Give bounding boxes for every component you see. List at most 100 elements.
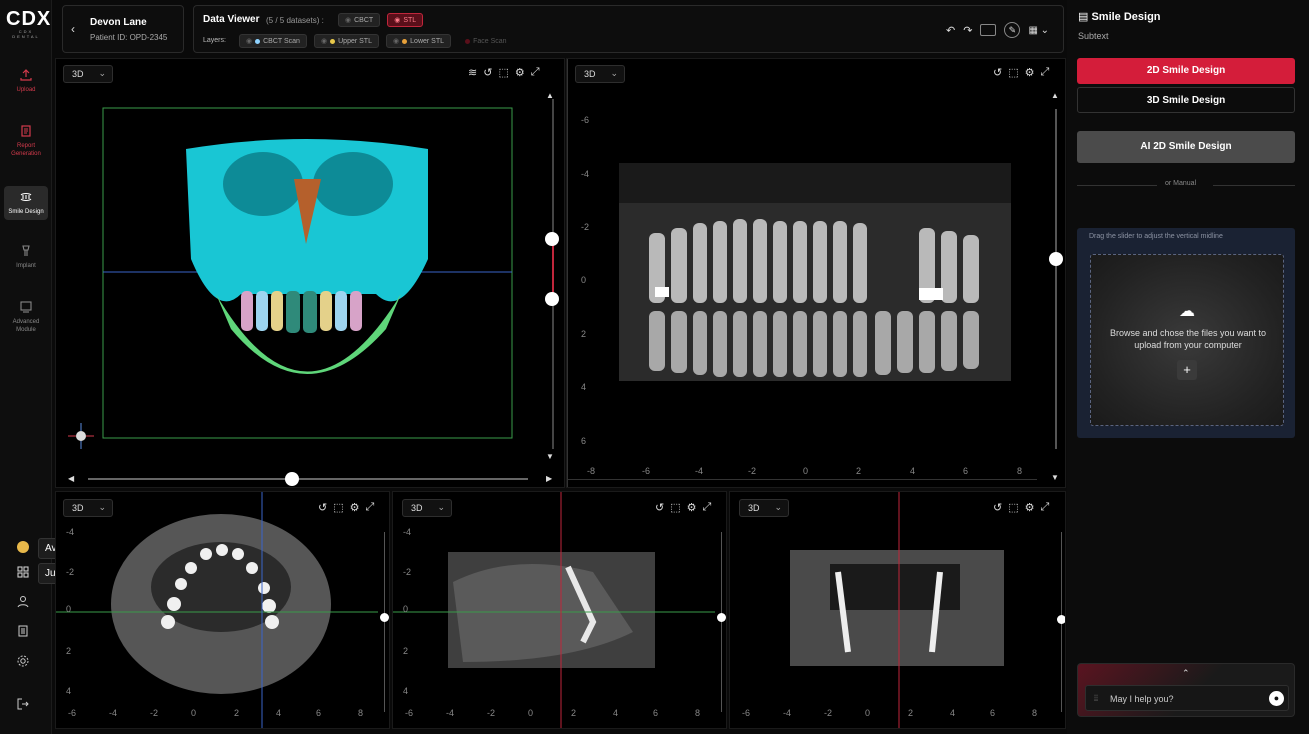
reset-icon[interactable]: ↺ bbox=[993, 66, 1002, 79]
ai-2d-smile-design-button[interactable]: AI 2D Smile Design bbox=[1077, 131, 1295, 163]
hslider-right-arrow[interactable]: ▶ bbox=[546, 474, 552, 483]
y-tick: 0 bbox=[581, 275, 587, 285]
layer-dot bbox=[465, 38, 471, 44]
rail-item-smile-design[interactable]: Smile Design bbox=[4, 186, 48, 220]
x-tick: 8 bbox=[695, 708, 701, 718]
waveform-icon: ⦙⦙ bbox=[1094, 693, 1099, 703]
brand-mark: CDX bbox=[6, 8, 52, 30]
chat-input[interactable]: ⦙⦙ May I help you? ● bbox=[1085, 685, 1289, 711]
gear-icon[interactable]: ⚙ bbox=[1025, 66, 1035, 79]
x-tick: 2 bbox=[234, 708, 240, 718]
gear-icon bbox=[17, 655, 29, 667]
dashboard-button[interactable] bbox=[16, 565, 32, 581]
add-file-button[interactable]: + bbox=[1177, 360, 1197, 380]
documents-button[interactable] bbox=[16, 624, 32, 640]
divider-right bbox=[1213, 185, 1295, 186]
layer-upper-stl[interactable]: ◉ Upper STL bbox=[314, 34, 379, 48]
x-tick: 2 bbox=[571, 708, 577, 718]
y-tick: -6 bbox=[581, 115, 590, 125]
left-rail: CDX CDX DENTAL Upload Report Generation … bbox=[0, 0, 52, 734]
vslider-down-arrow[interactable]: ▼ bbox=[546, 452, 554, 461]
y-tick: -2 bbox=[66, 567, 75, 577]
rail-item-implant[interactable]: Implant bbox=[4, 244, 48, 270]
x-tick: 0 bbox=[191, 708, 197, 718]
rail-item-advanced-module[interactable]: Advanced Module bbox=[4, 300, 48, 334]
vslider-down-arrow[interactable]: ▼ bbox=[1051, 473, 1059, 482]
redo-icon[interactable]: ↷ bbox=[963, 24, 972, 37]
patient-id: Patient ID: OPD-2345 bbox=[90, 33, 168, 42]
vslider-track[interactable] bbox=[384, 532, 385, 712]
view-mode-value: 3D bbox=[584, 69, 596, 79]
3d-smile-design-button[interactable]: 3D Smile Design bbox=[1077, 87, 1295, 113]
view-mode-select[interactable]: 3D ⌄ bbox=[575, 65, 625, 83]
chip-stl[interactable]: ◉ STL bbox=[387, 13, 424, 27]
y-tick: 0 bbox=[66, 604, 72, 614]
hslider-handle[interactable] bbox=[285, 472, 299, 486]
rail-item-report[interactable]: Report Generation bbox=[4, 124, 48, 158]
y-tick: -4 bbox=[66, 527, 75, 537]
y-tick: 4 bbox=[581, 382, 587, 392]
midline-card: Drag the slider to adjust the vertical m… bbox=[1077, 228, 1295, 438]
upload-cloud-icon: ☁ bbox=[1179, 303, 1195, 320]
vslider-track[interactable] bbox=[1055, 109, 1057, 449]
viewport-panoramic[interactable]: 3D ⌄ ↺ ⬚ ⚙ ⤢ -6 -4 -2 0 2 4 6 -8 -6 -4 -2 0 … bbox=[566, 58, 1066, 488]
x-tick: -4 bbox=[446, 708, 455, 718]
vslider-handle[interactable] bbox=[717, 613, 726, 622]
vslider-handle[interactable] bbox=[1057, 615, 1065, 624]
crop-icon[interactable]: ⬚ bbox=[1008, 66, 1018, 79]
x-tick: 0 bbox=[803, 466, 809, 476]
hslider-left-arrow[interactable]: ◀ bbox=[68, 474, 74, 483]
logout-button[interactable] bbox=[16, 697, 32, 713]
vslider-track[interactable] bbox=[721, 532, 722, 712]
vslider-up-arrow[interactable]: ▲ bbox=[1051, 91, 1059, 100]
grid-layout-icon[interactable]: ▦ ⌄ bbox=[1028, 25, 1049, 36]
vslider-handle[interactable] bbox=[380, 613, 389, 622]
vslider-up-arrow[interactable]: ▲ bbox=[546, 91, 554, 100]
layer-dot bbox=[402, 38, 408, 44]
settings-button[interactable] bbox=[16, 654, 32, 670]
document-icon: ▤ bbox=[1078, 11, 1092, 23]
viewer-count: (5 / 5 datasets) : bbox=[266, 16, 324, 25]
y-tick: 0 bbox=[403, 604, 409, 614]
rail-item-label: Implant bbox=[16, 263, 36, 269]
credits-button[interactable] bbox=[16, 540, 32, 556]
microphone-icon[interactable]: ● bbox=[1269, 691, 1284, 706]
undo-icon[interactable]: ↶ bbox=[946, 24, 955, 37]
x-tick: 0 bbox=[865, 708, 871, 718]
profile-button[interactable] bbox=[16, 594, 32, 610]
upload-dropzone[interactable]: ☁ Browse and chose the files you want to… bbox=[1090, 254, 1284, 426]
viewport-coronal[interactable]: 3D ⌄ ↺ ⬚ ⚙ ⤢ -6 -4 -2 0 2 4 6 8 bbox=[729, 491, 1066, 729]
layer-lower-stl[interactable]: ◉ Lower STL bbox=[386, 34, 452, 48]
layout-icon[interactable] bbox=[980, 24, 997, 36]
orientation-widget[interactable] bbox=[66, 421, 96, 451]
vslider-handle[interactable] bbox=[1049, 252, 1063, 266]
panel-title: ▤ Smile Design bbox=[1078, 10, 1161, 23]
back-button[interactable]: ‹ bbox=[71, 22, 75, 36]
layer-cbct-scan[interactable]: ◉ CBCT Scan bbox=[239, 34, 307, 48]
hslider-track[interactable] bbox=[88, 478, 528, 480]
x-tick: 4 bbox=[910, 466, 916, 476]
rail-item-upload[interactable]: Upload bbox=[4, 68, 48, 94]
chip-cbct[interactable]: ◉ CBCT bbox=[338, 13, 381, 27]
vslider-handle-top[interactable] bbox=[545, 232, 559, 246]
2d-smile-design-button[interactable]: 2D Smile Design bbox=[1077, 58, 1295, 84]
brand-logo[interactable]: CDX CDX DENTAL bbox=[6, 8, 52, 39]
smile-design-icon bbox=[20, 192, 32, 202]
y-tick: 2 bbox=[66, 646, 72, 656]
layer-label: Upper STL bbox=[338, 38, 372, 45]
x-tick: 6 bbox=[990, 708, 996, 718]
x-tick: 2 bbox=[856, 466, 862, 476]
eye-icon: ◉ bbox=[345, 17, 352, 24]
rail-item-label: Advanced Module bbox=[12, 319, 40, 333]
viewport-axial[interactable]: 3D ⌄ ↺ ⬚ ⚙ ⤢ -4 -2 0 2 4 -6 -4 -2 0 2 4 6 8 bbox=[55, 491, 390, 729]
pen-icon[interactable]: ✎ bbox=[1004, 22, 1021, 38]
viewport-sagittal[interactable]: 3D ⌄ ↺ ⬚ ⚙ ⤢ -4 -2 0 2 4 -6 -4 -2 0 2 4 6 8 bbox=[392, 491, 727, 729]
x-tick: 6 bbox=[963, 466, 969, 476]
x-tick: -4 bbox=[109, 708, 118, 718]
chevron-up-icon[interactable]: ⌃ bbox=[1182, 668, 1190, 679]
skull-render bbox=[102, 99, 554, 449]
layer-face-scan[interactable]: Face Scan bbox=[458, 35, 513, 48]
vslider-handle-bottom[interactable] bbox=[545, 292, 559, 306]
viewport-3d-skull[interactable]: 3D ⌄ ≋ ↺ ⬚ ⚙ ⤢ ▲ ▼ ◀ ▶ bbox=[55, 58, 565, 488]
expand-icon[interactable]: ⤢ bbox=[1041, 66, 1050, 79]
